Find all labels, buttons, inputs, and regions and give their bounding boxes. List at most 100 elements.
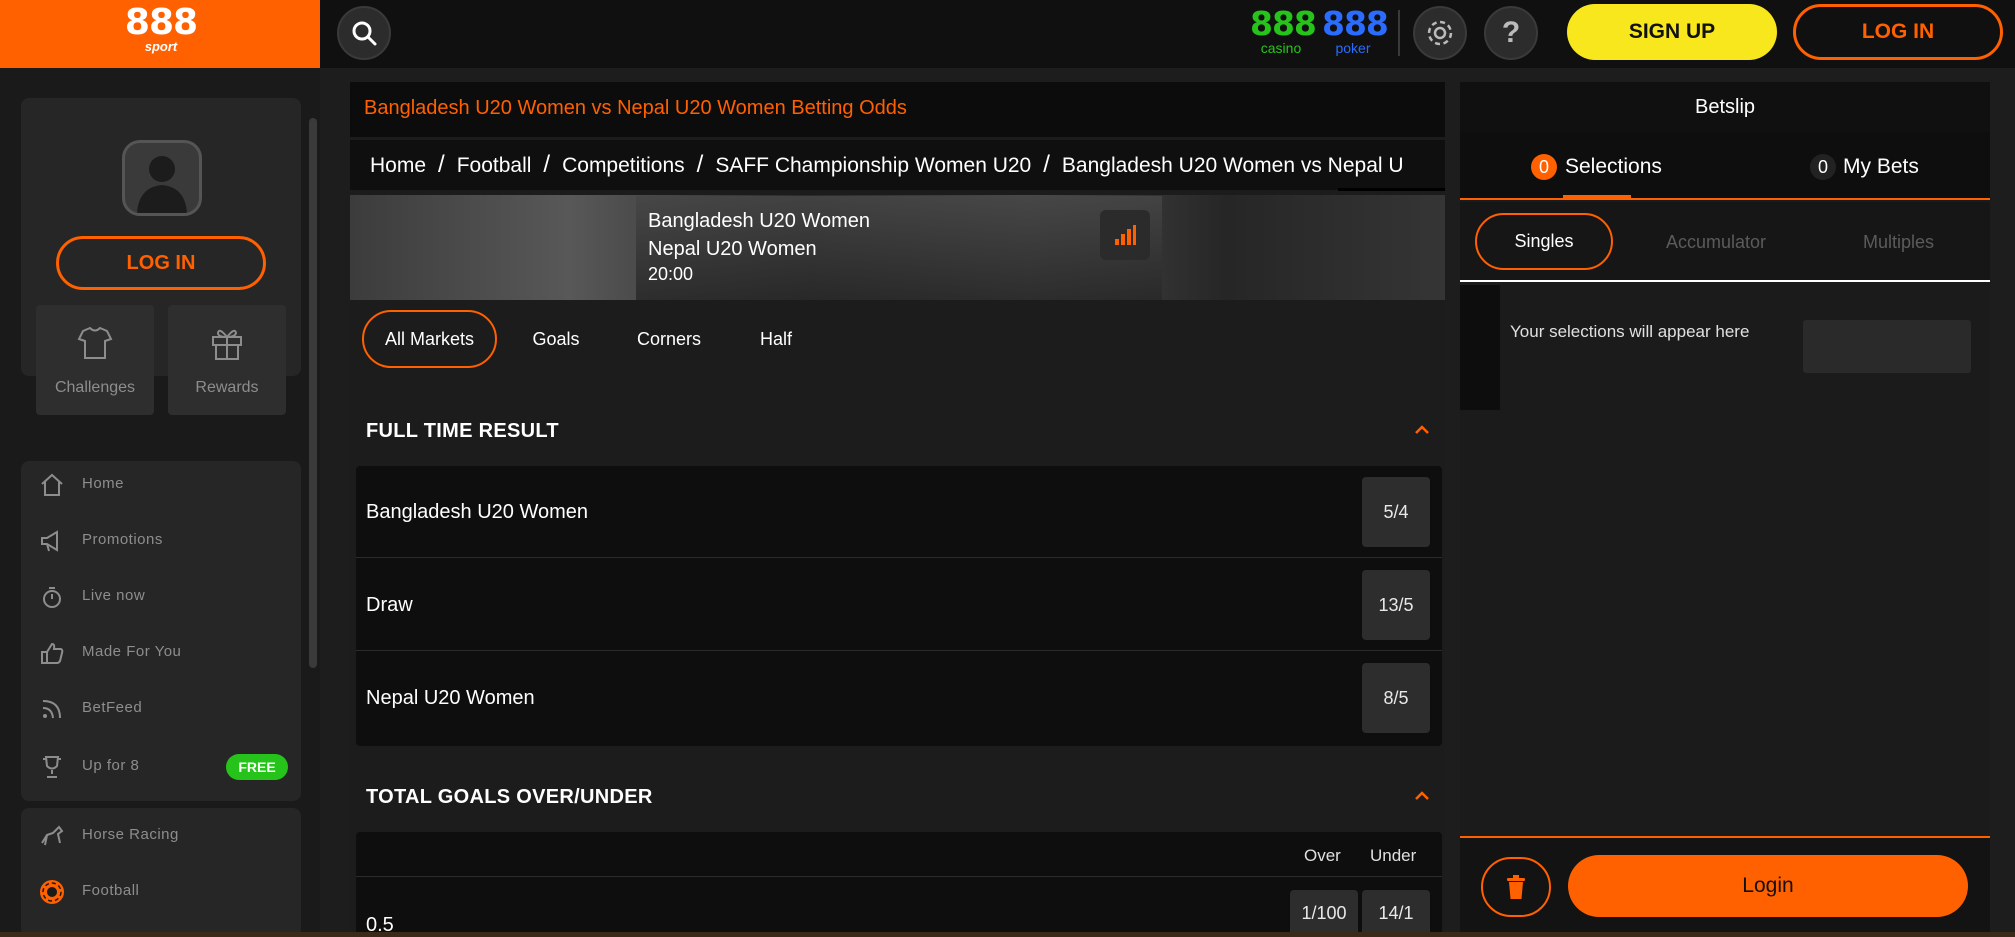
sidebar-log-in-button[interactable]: LOG IN — [56, 236, 266, 290]
casino-link[interactable]: 888 casino — [1250, 4, 1317, 56]
sidebar-item-horse-racing[interactable]: Horse Racing — [21, 812, 301, 858]
search-button[interactable] — [337, 6, 391, 60]
odds-button[interactable]: 13/5 — [1362, 570, 1430, 640]
tab-corners[interactable]: Corners — [620, 310, 718, 368]
bar-chart-icon — [1115, 225, 1136, 245]
column-header-over: Over — [1304, 846, 1341, 865]
event-home-team: Bangladesh U20 Women — [648, 210, 870, 232]
gear-icon — [1427, 20, 1453, 46]
tab-my-bets[interactable]: My Bets — [1843, 155, 1919, 179]
rewards-label: Rewards — [195, 379, 259, 396]
bottom-edge — [0, 932, 2015, 937]
divider — [356, 876, 1442, 877]
challenges-label: Challenges — [54, 379, 136, 396]
selection-name: Bangladesh U20 Women — [366, 501, 588, 523]
tab-goals[interactable]: Goals — [512, 310, 600, 368]
poker-link[interactable]: 888 poker — [1322, 4, 1389, 56]
sidebar-scrollbar[interactable] — [309, 118, 317, 668]
log-in-button[interactable]: LOG IN — [1793, 4, 2003, 60]
topbar-divider — [1398, 10, 1400, 56]
table-row: Bangladesh U20 Women 5/4 — [356, 466, 1442, 558]
betslip-empty-edge — [1460, 285, 1500, 410]
sidebar-item-promotions[interactable]: Promotions — [21, 517, 301, 563]
help-button[interactable]: ? — [1484, 6, 1538, 60]
sidebar-item-betfeed[interactable]: BetFeed — [21, 685, 301, 731]
feed-icon — [42, 700, 61, 719]
sidebar-item-home[interactable]: Home — [21, 461, 301, 507]
breadcrumb-separator: / — [1043, 151, 1050, 178]
sidebar-item-label: Made For You — [82, 643, 182, 660]
sidebar-item-football[interactable]: Football — [21, 868, 301, 914]
poker-logo: 888 — [1322, 4, 1389, 43]
free-badge: FREE — [226, 754, 288, 780]
event-away-team: Nepal U20 Women — [648, 238, 817, 260]
settings-button[interactable] — [1413, 6, 1467, 60]
sidebar-item-label: Up for 8 — [82, 757, 140, 774]
sidebar-item-live-now[interactable]: Live now — [21, 573, 301, 619]
tab-selections[interactable]: Selections — [1565, 155, 1662, 179]
odds-button[interactable]: 8/5 — [1362, 663, 1430, 733]
trash-icon — [1507, 875, 1525, 899]
table-row: Nepal U20 Women 8/5 — [356, 652, 1442, 744]
trophy-icon — [43, 756, 61, 778]
logo: 888 — [124, 2, 198, 43]
search-icon — [352, 21, 377, 46]
breadcrumb-football[interactable]: Football — [457, 141, 532, 178]
tab-half[interactable]: Half — [736, 310, 816, 368]
chevron-up-icon[interactable] — [1414, 788, 1430, 804]
tab-singles[interactable]: Singles — [1475, 213, 1613, 270]
challenges-tile[interactable]: Challenges — [36, 305, 154, 415]
empty-placeholder — [1803, 320, 1971, 373]
stopwatch-icon — [43, 587, 61, 608]
breadcrumb-competition[interactable]: SAFF Championship Women U20 — [715, 141, 1031, 178]
table-row: Draw 13/5 — [356, 559, 1442, 651]
odds-button-over[interactable]: 1/100 — [1290, 890, 1358, 937]
breadcrumb-separator: / — [543, 151, 551, 178]
question-icon: ? — [1501, 16, 1521, 49]
clear-betslip-button[interactable] — [1481, 857, 1551, 917]
column-header-under: Under — [1370, 846, 1417, 865]
sidebar-item-label: Horse Racing — [82, 826, 179, 843]
user-silhouette-icon — [137, 156, 187, 213]
sidebar-item-label: BetFeed — [82, 699, 143, 716]
tab-multiples[interactable]: Multiples — [1863, 232, 1934, 253]
breadcrumb-separator: / — [696, 151, 704, 178]
sidebar-item-label: Live now — [82, 587, 146, 604]
empty-message: Your selections will appear here — [1510, 322, 1750, 341]
sidebar-item-label: Promotions — [82, 531, 163, 548]
selection-name: Nepal U20 Women — [366, 687, 535, 709]
sidebar-item-label: Football — [82, 882, 140, 899]
odds-button-under[interactable]: 14/1 — [1362, 890, 1430, 937]
breadcrumb-scrollbar — [1338, 188, 1445, 191]
total-goals-table — [356, 832, 1442, 937]
thumbs-up-icon — [41, 642, 64, 664]
tab-accumulator[interactable]: Accumulator — [1666, 232, 1766, 253]
selection-name: Draw — [366, 594, 413, 616]
logo-subtext: sport — [144, 39, 178, 54]
horse-icon — [41, 825, 64, 846]
rewards-tile[interactable]: Rewards — [168, 305, 286, 415]
selections-count-badge: 0 — [1531, 154, 1557, 180]
home-icon — [41, 473, 63, 496]
page-title: Bangladesh U20 Women vs Nepal U20 Women … — [364, 97, 907, 119]
sign-up-button[interactable]: SIGN UP — [1567, 4, 1777, 60]
breadcrumb-home[interactable]: Home — [350, 141, 426, 178]
betslip-login-button[interactable]: Login — [1568, 855, 1968, 917]
mybets-count-badge: 0 — [1810, 154, 1836, 180]
breadcrumb-competitions[interactable]: Competitions — [562, 141, 685, 178]
megaphone-icon — [41, 530, 58, 552]
casino-logo: 888 — [1250, 4, 1317, 43]
stats-button[interactable] — [1100, 210, 1150, 260]
breadcrumb: Home / Football / Competitions / SAFF Champion… — [350, 140, 1445, 190]
avatar — [122, 140, 202, 216]
chevron-up-icon[interactable] — [1414, 422, 1430, 438]
total-goals-heading: TOTAL GOALS OVER/UNDER — [366, 786, 653, 808]
event-time: 20:00 — [648, 264, 694, 284]
gift-icon — [212, 329, 242, 360]
sidebar-item-made-for-you[interactable]: Made For You — [21, 629, 301, 675]
odds-button[interactable]: 5/4 — [1362, 477, 1430, 547]
betslip-title: Betslip — [1694, 96, 1756, 118]
breadcrumb-separator: / — [438, 151, 445, 178]
sidebar-item-label: Home — [82, 475, 125, 492]
tab-all-markets[interactable]: All Markets — [362, 310, 497, 368]
